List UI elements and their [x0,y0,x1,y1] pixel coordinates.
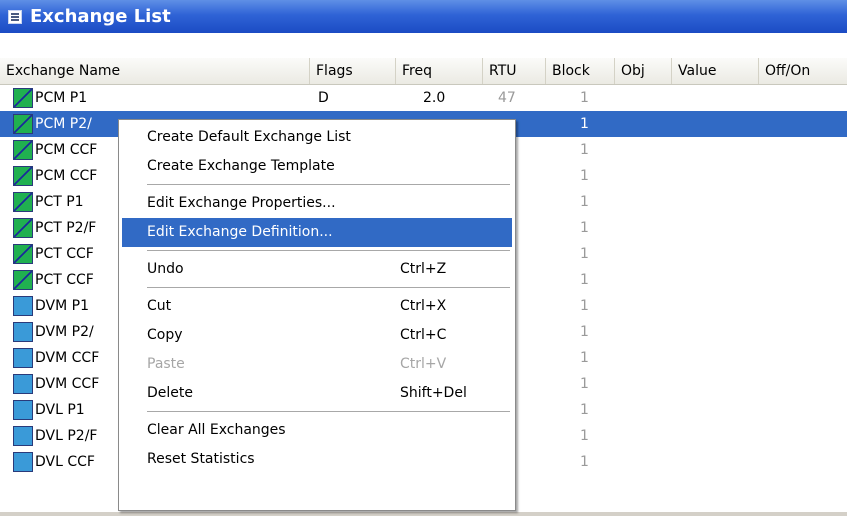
menu-item-shortcut: Ctrl+X [400,298,447,314]
menu-separator [147,250,510,251]
menu-item-undo[interactable]: Undo Ctrl+Z [122,255,512,284]
dvm-exchange-icon [13,296,33,316]
block-cell: 1 [580,220,589,236]
block-cell: 1 [580,272,589,288]
pcm-exchange-icon [13,270,33,290]
exchange-name-cell: PCM CCF [35,168,98,184]
menu-item-label: Delete [147,385,193,401]
exchange-name-cell: PCM P2/ [35,116,92,132]
exchange-name-cell: PCT P1 [35,194,84,210]
menu-item-clear-all-exchanges[interactable]: Clear All Exchanges [122,416,512,445]
menu-item-label: Cut [147,298,172,314]
menu-item-reset-statistics[interactable]: Reset Statistics [122,445,512,474]
block-cell: 1 [580,90,589,106]
pcm-exchange-icon [13,192,33,212]
menu-item-delete[interactable]: Delete Shift+Del [122,379,512,408]
column-header-flags[interactable]: Flags [310,58,396,84]
block-cell: 1 [580,168,589,184]
menu-separator [147,411,510,412]
menu-item-create-default-exchange-list[interactable]: Create Default Exchange List [122,123,512,152]
block-cell: 1 [580,454,589,470]
dvm-exchange-icon [13,348,33,368]
flags-cell: D [318,90,329,106]
window-titlebar: Exchange List [0,0,847,33]
window-bottom-border [0,512,847,516]
column-header-off-on[interactable]: Off/On [759,58,847,84]
menu-item-shortcut: Shift+Del [400,385,467,401]
menu-item-label: Copy [147,327,183,343]
menu-item-shortcut: Ctrl+C [400,327,447,343]
block-cell: 1 [580,402,589,418]
exchange-name-cell: DVL P1 [35,402,85,418]
block-cell: 1 [580,298,589,314]
block-cell: 1 [580,376,589,392]
dvm-exchange-icon [13,374,33,394]
menu-item-edit-exchange-definition[interactable]: Edit Exchange Definition... [122,218,512,247]
menu-item-shortcut: Ctrl+V [400,356,447,372]
exchange-name-cell: PCT P2/F [35,220,97,236]
menu-item-label: Paste [147,356,185,372]
window-title: Exchange List [30,6,171,27]
column-header-row: Exchange Name Flags Freq RTU Block Obj V… [0,58,847,85]
block-cell: 1 [580,350,589,366]
menu-item-label: Undo [147,261,184,277]
pcm-exchange-icon [13,166,33,186]
column-header-exchange-name[interactable]: Exchange Name [0,58,310,84]
menu-item-edit-exchange-properties[interactable]: Edit Exchange Properties... [122,189,512,218]
table-row[interactable]: PCM P1 D 2.0 47 1 [0,85,847,111]
block-cell: 1 [580,324,589,340]
exchange-name-cell: PCT CCF [35,272,94,288]
dvl-exchange-icon [13,400,33,420]
exchange-name-cell: PCM P1 [35,90,88,106]
exchange-name-cell: DVM CCF [35,376,100,392]
column-header-freq[interactable]: Freq [396,58,483,84]
exchange-name-cell: DVM P2/ [35,324,94,340]
exchange-name-cell: PCT CCF [35,246,94,262]
menu-item-shortcut: Ctrl+Z [400,261,447,277]
dvl-exchange-icon [13,452,33,472]
column-header-block[interactable]: Block [546,58,615,84]
menu-item-label: Create Default Exchange List [147,129,351,145]
block-cell: 1 [580,142,589,158]
exchange-name-cell: DVL P2/F [35,428,98,444]
menu-item-cut[interactable]: Cut Ctrl+X [122,292,512,321]
exchange-name-cell: DVL CCF [35,454,95,470]
menu-item-label: Edit Exchange Properties... [147,195,336,211]
block-cell: 1 [580,116,589,132]
column-header-rtu[interactable]: RTU [483,58,546,84]
rtu-cell: 47 [498,90,516,106]
column-header-value[interactable]: Value [672,58,759,84]
block-cell: 1 [580,246,589,262]
pcm-exchange-icon [13,140,33,160]
context-menu: Create Default Exchange List Create Excha… [118,119,516,511]
pcm-exchange-icon [13,244,33,264]
block-cell: 1 [580,194,589,210]
pcm-exchange-icon [13,88,33,108]
exchange-name-cell: PCM CCF [35,142,98,158]
exchange-name-cell: DVM P1 [35,298,89,314]
pcm-exchange-icon [13,114,33,134]
menu-item-create-exchange-template[interactable]: Create Exchange Template [122,152,512,181]
menu-item-label: Clear All Exchanges [147,422,286,438]
menu-item-paste[interactable]: Paste Ctrl+V [122,350,512,379]
column-header-obj[interactable]: Obj [615,58,672,84]
dvm-exchange-icon [13,322,33,342]
menu-item-label: Reset Statistics [147,451,255,467]
menu-item-label: Edit Exchange Definition... [147,224,333,240]
menu-item-copy[interactable]: Copy Ctrl+C [122,321,512,350]
exchange-name-cell: DVM CCF [35,350,100,366]
menu-item-label: Create Exchange Template [147,158,335,174]
menu-separator [147,184,510,185]
pcm-exchange-icon [13,218,33,238]
dvl-exchange-icon [13,426,33,446]
list-window-icon [8,9,22,24]
block-cell: 1 [580,428,589,444]
menu-separator [147,287,510,288]
freq-cell: 2.0 [423,90,446,106]
